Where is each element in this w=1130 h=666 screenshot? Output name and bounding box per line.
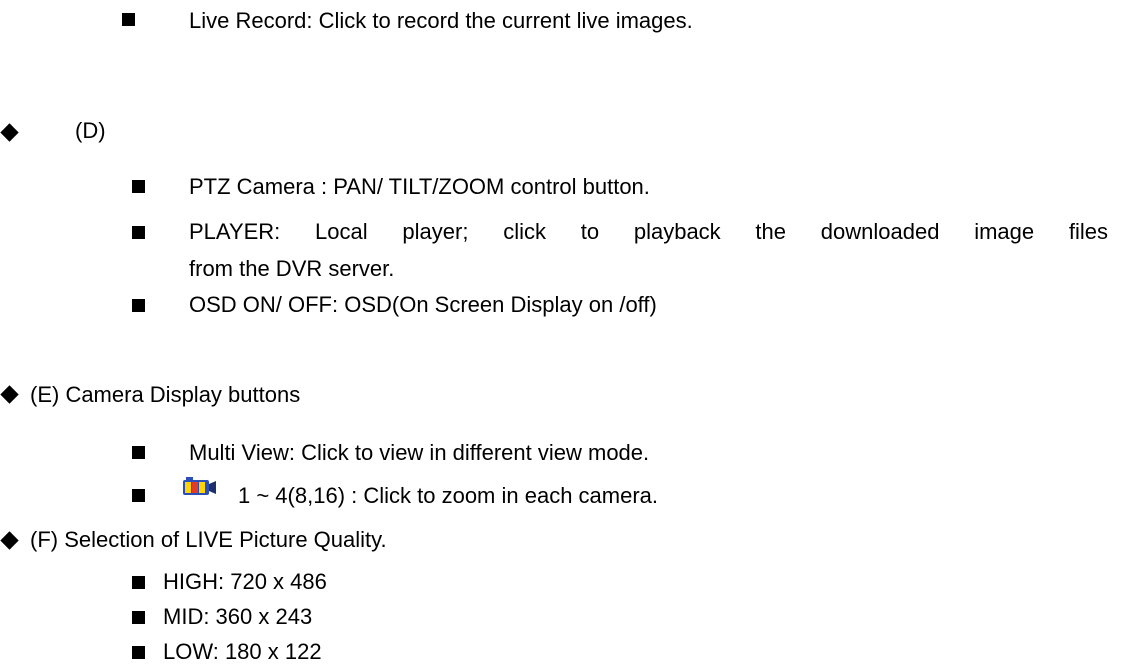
bullet-square-icon <box>132 446 145 459</box>
bullet-square-icon <box>132 646 145 659</box>
bullet-square-icon <box>132 611 145 624</box>
ptz-camera-item: PTZ Camera : PAN/ TILT/ZOOM control butt… <box>189 174 650 199</box>
quality-low-item: LOW: 180 x 122 <box>163 639 322 664</box>
player-item-line1: PLAYER: Local player; click to playback … <box>189 219 1108 244</box>
bullet-diamond-icon <box>0 531 19 550</box>
player-item-line2: from the DVR server. <box>189 256 395 281</box>
bullet-diamond-icon <box>0 123 19 142</box>
camera-zoom-icon <box>183 477 216 495</box>
osd-item: OSD ON/ OFF: OSD(On Screen Display on /o… <box>189 292 657 317</box>
quality-high-item: HIGH: 720 x 486 <box>163 569 327 594</box>
section-f-heading: (F) Selection of LIVE Picture Quality. <box>30 527 387 552</box>
bullet-diamond-icon <box>0 385 19 404</box>
bullet-square-icon <box>132 576 145 589</box>
section-d-heading: (D) <box>75 118 106 143</box>
multi-view-item: Multi View: Click to view in different v… <box>189 440 650 465</box>
bullet-square-icon <box>132 489 145 502</box>
quality-mid-item: MID: 360 x 243 <box>163 604 313 629</box>
bullet-square-icon <box>132 299 145 312</box>
bullet-square-icon <box>122 13 135 26</box>
bullet-square-icon <box>132 226 145 239</box>
camera-zoom-item: 1 ~ 4(8,16) : Click to zoom in each came… <box>238 483 659 508</box>
bullet-square-icon <box>132 180 145 193</box>
live-record-item: Live Record: Click to record the current… <box>189 8 693 33</box>
section-e-heading: (E) Camera Display buttons <box>30 382 301 407</box>
